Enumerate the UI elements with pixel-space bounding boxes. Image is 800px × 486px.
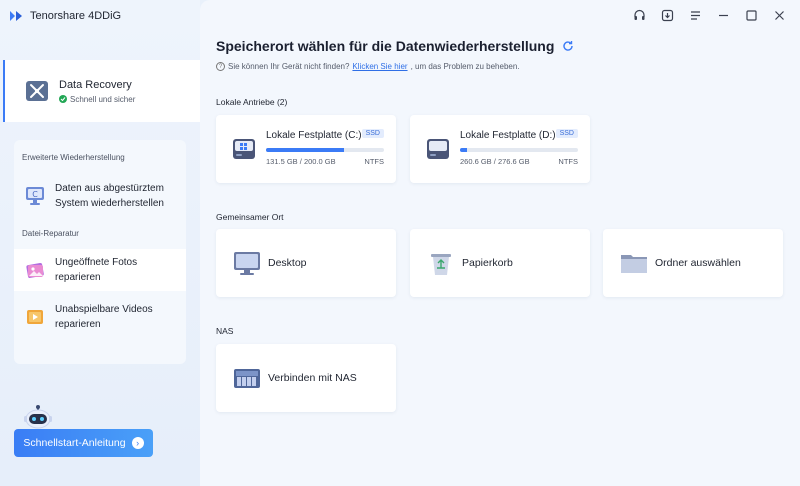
drive-card-c[interactable]: Lokale Festplatte (C:) SSD 131.5 GB / 20…: [216, 115, 396, 183]
app-logo-icon: [10, 11, 22, 21]
local-drives-label: Lokale Antriebe (2): [216, 97, 288, 107]
nas-label: NAS: [216, 326, 234, 336]
brand: Tenorshare 4DDiG: [8, 8, 121, 24]
drive-filesystem: NTFS: [364, 157, 384, 166]
videos-item-line1: Unabspielbare Videos: [55, 304, 153, 315]
location-name: Verbinden mit NAS: [268, 372, 357, 384]
drive-card-d[interactable]: Lokale Festplatte (D:) SSD 260.6 GB / 27…: [410, 115, 590, 183]
crash-item-line1: Daten aus abgestürztem: [55, 183, 164, 194]
photos-item-line1: Ungeöffnete Fotos: [55, 257, 138, 268]
ssd-badge: SSD: [361, 129, 384, 138]
drive-size: 260.6 GB / 276.6 GB: [460, 157, 530, 166]
main-panel: Speicherort wählen für die Datenwiederhe…: [200, 0, 800, 486]
location-select-folder[interactable]: Ordner auswählen: [603, 229, 783, 297]
minimize-icon[interactable]: [716, 8, 730, 22]
advanced-section-label: Erweiterte Wiederherstellung: [22, 153, 125, 162]
refresh-icon[interactable]: [562, 40, 574, 52]
page-title-row: Speicherort wählen für die Datenwiederhe…: [216, 38, 574, 54]
sidebar-item-repair-photos[interactable]: Ungeöffnete Fotos reparieren: [14, 249, 186, 291]
crashed-computer-icon: C: [26, 187, 44, 205]
help-suffix: , um das Problem zu beheben.: [410, 62, 520, 71]
drive-name: Lokale Festplatte (D:): [460, 130, 556, 141]
help-row: ? Sie können Ihr Gerät nicht finden? Kli…: [216, 62, 520, 71]
recovery-title: Data Recovery: [59, 78, 132, 91]
folder-icon: [621, 255, 647, 273]
headset-support-icon[interactable]: [632, 8, 646, 22]
desktop-icon: [234, 252, 260, 275]
question-icon: ?: [216, 62, 225, 71]
page-title: Speicherort wählen für die Datenwiederhe…: [216, 38, 555, 54]
hard-drive-icon: [233, 139, 255, 159]
chevron-right-icon: ›: [131, 437, 144, 449]
download-icon[interactable]: [660, 8, 674, 22]
photos-item-line2: reparieren: [55, 272, 101, 283]
quickstart-label: Schnellstart-Anleitung: [23, 437, 126, 449]
check-icon: [59, 95, 67, 103]
drive-filesystem: NTFS: [558, 157, 578, 166]
videos-item-line2: reparieren: [55, 319, 101, 330]
close-icon[interactable]: [772, 8, 786, 22]
ssd-badge: SSD: [555, 129, 578, 138]
location-nas[interactable]: Verbinden mit NAS: [216, 344, 396, 412]
maximize-icon[interactable]: [744, 8, 758, 22]
drive-size: 131.5 GB / 200.0 GB: [266, 157, 336, 166]
data-recovery-icon: [26, 81, 48, 101]
photo-repair-icon: [26, 263, 44, 278]
sidebar-item-data-recovery[interactable]: Data Recovery Schnell und sicher: [3, 60, 200, 122]
location-name: Ordner auswählen: [655, 257, 741, 269]
shared-location-label: Gemeinsamer Ort: [216, 212, 284, 222]
location-desktop[interactable]: Desktop: [216, 229, 396, 297]
location-recycle-bin[interactable]: Papierkorb: [410, 229, 590, 297]
recycle-bin-icon: [431, 254, 451, 275]
help-prefix: Sie können Ihr Gerät nicht finden?: [228, 62, 350, 71]
video-repair-icon: [27, 310, 43, 324]
drive-name: Lokale Festplatte (C:): [266, 130, 362, 141]
recovery-subtitle: Schnell und sicher: [70, 94, 136, 104]
sidebar-item-crash-recovery[interactable]: C Daten aus abgestürztem System wiederhe…: [14, 176, 186, 216]
svg-text:C: C: [32, 190, 38, 199]
help-link[interactable]: Klicken Sie hier: [352, 62, 407, 71]
location-name: Papierkorb: [462, 257, 513, 269]
usage-bar: [266, 148, 384, 152]
repair-section-label: Datei-Reparatur: [22, 229, 79, 238]
nas-icon: [234, 369, 260, 388]
menu-icon[interactable]: [688, 8, 702, 22]
recovery-subtitle-row: Schnell und sicher: [59, 95, 135, 104]
usage-fill: [460, 148, 468, 152]
window-controls: [632, 8, 786, 22]
app-name: Tenorshare 4DDiG: [30, 10, 122, 22]
usage-fill: [266, 148, 344, 152]
usage-bar: [460, 148, 578, 152]
location-name: Desktop: [268, 257, 307, 269]
sidebar: Tenorshare 4DDiG Data Recovery Schnell u…: [0, 0, 200, 486]
sidebar-item-repair-videos[interactable]: Unabspielbare Videos reparieren: [14, 296, 186, 338]
crash-item-line2: System wiederherstellen: [55, 198, 164, 209]
hard-drive-icon: [427, 139, 449, 159]
advanced-panel: Erweiterte Wiederherstellung C Daten aus…: [14, 140, 186, 364]
quickstart-button[interactable]: Schnellstart-Anleitung ›: [14, 429, 153, 457]
